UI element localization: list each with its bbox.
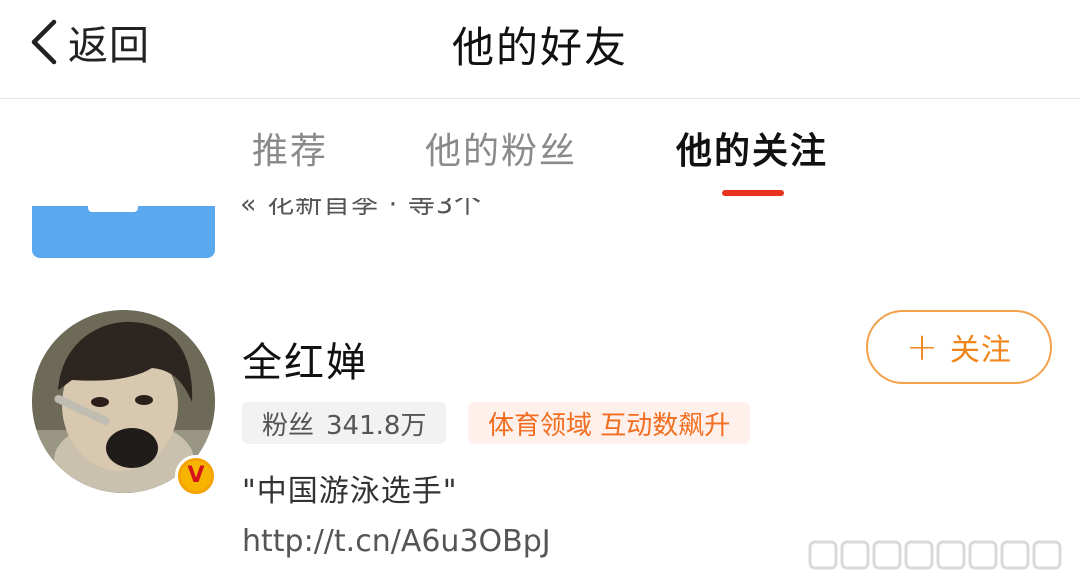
previous-item-text-clip: « 花新首季 · 等3个 — [240, 198, 540, 218]
watermark-logo — [808, 540, 1062, 570]
follow-label: 关注 — [949, 333, 1012, 368]
verified-badge: V — [175, 455, 217, 497]
previous-item-thumbnail[interactable] — [32, 206, 215, 258]
follow-button[interactable]: + 关注 — [866, 310, 1052, 384]
user-name[interactable]: 全红婵 — [242, 330, 368, 388]
profile-link[interactable]: http://t.cn/A6u3OBpJ — [242, 524, 551, 559]
tab-bar: 推荐 他的粉丝 他的关注 — [0, 98, 1080, 208]
fans-count-tag: 粉丝 341.8万 — [242, 402, 447, 444]
user-description: "中国游泳选手" — [242, 474, 458, 509]
plus-icon: + — [906, 325, 938, 369]
previous-item-text: « 花新首季 · 等3个 — [240, 198, 483, 218]
fans-count: 341.8万 — [326, 410, 427, 441]
tab-recommend[interactable]: 推荐 — [252, 122, 328, 174]
fans-label: 粉丝 — [262, 410, 315, 441]
active-tab-indicator — [722, 190, 784, 196]
thumbnail-notch — [88, 206, 138, 212]
header-bar: 返回 他的好友 — [0, 0, 1080, 99]
tab-his-following[interactable]: 他的关注 — [676, 122, 828, 174]
domain-tag: 体育领域 互动数飙升 — [468, 402, 751, 444]
verified-v-icon: V — [181, 461, 211, 491]
tab-his-fans[interactable]: 他的粉丝 — [425, 122, 577, 174]
page-title: 他的好友 — [451, 23, 628, 72]
